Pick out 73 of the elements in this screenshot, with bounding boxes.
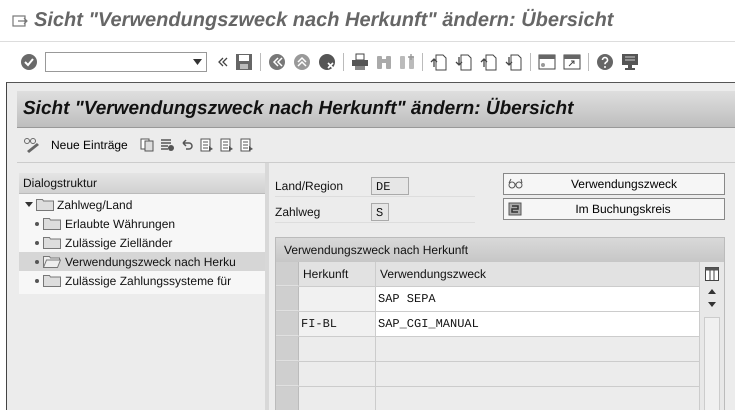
tree-item-label: Zahlweg/Land <box>57 198 132 212</box>
table-cell[interactable]: SAP_CGI_MANUAL <box>376 312 700 336</box>
expand-triangle-icon[interactable] <box>25 200 33 208</box>
folder-icon <box>36 198 54 211</box>
scroll-down-icon[interactable] <box>708 302 716 307</box>
bullet-icon <box>35 260 39 264</box>
tree-header: Dialogstruktur <box>19 173 265 194</box>
screen-title: Sicht "Verwendungszweck nach Herkunft" ändern: Übersicht <box>23 98 574 120</box>
scroll-up-icon[interactable] <box>708 289 716 294</box>
bullet-icon <box>35 278 39 282</box>
table-cell[interactable]: SAP SEPA <box>376 287 700 311</box>
column-settings-icon[interactable] <box>705 267 719 281</box>
new-entries-button[interactable]: Neue Einträge <box>47 136 132 154</box>
table-cell[interactable]: FI-BL <box>299 312 376 336</box>
bullet-icon <box>35 240 39 244</box>
tree-item-label: Zulässige Zahlungssysteme für <box>65 274 232 288</box>
glasses-pencil-icon[interactable] <box>23 137 41 153</box>
table-cell[interactable] <box>299 387 376 410</box>
table-cell[interactable] <box>376 337 700 361</box>
column-header[interactable]: Herkunft <box>299 262 376 286</box>
tree-item-label: Zulässige Zielländer <box>65 236 172 250</box>
help-icon[interactable] <box>596 53 614 71</box>
page-icon[interactable] <box>455 53 473 71</box>
copy-icon[interactable] <box>140 138 154 152</box>
page-icon[interactable] <box>505 53 523 71</box>
push-button[interactable]: Verwendungszweck <box>503 173 725 195</box>
folder-icon <box>43 217 61 230</box>
tree-item[interactable]: Zulässige Zahlungssysteme für <box>19 271 265 290</box>
double-chevron-icon[interactable] <box>218 56 228 68</box>
window-icon[interactable] <box>563 53 581 71</box>
scrollbar-track[interactable] <box>704 317 720 410</box>
list-select-icon[interactable] <box>200 138 214 152</box>
tree-item[interactable]: Verwendungszweck nach Herku <box>19 252 265 271</box>
cancel-icon[interactable] <box>318 53 336 71</box>
bullet-icon <box>35 222 39 226</box>
command-field[interactable] <box>45 52 207 72</box>
tree-item[interactable]: Zahlweg/Land <box>19 195 265 214</box>
push-button[interactable]: Im Buchungskreis <box>503 198 725 220</box>
table-cell[interactable] <box>376 362 700 386</box>
table-cell[interactable] <box>299 287 376 311</box>
up-arrows-icon[interactable] <box>293 53 311 71</box>
check-icon[interactable] <box>20 53 38 71</box>
table-cell[interactable] <box>376 387 700 410</box>
table-cell[interactable] <box>299 362 376 386</box>
folder-icon <box>43 255 61 268</box>
menu-icon[interactable] <box>12 14 28 28</box>
column-header[interactable]: Verwendungszweck <box>376 262 700 286</box>
undo-icon[interactable] <box>180 138 194 152</box>
page-icon[interactable] <box>480 53 498 71</box>
glasses-icon <box>508 178 524 190</box>
field-value: DE <box>371 176 409 194</box>
window-icon[interactable] <box>538 53 556 71</box>
window-title: Sicht "Verwendungszweck nach Herkunft" ändern: Übersicht <box>34 9 614 32</box>
monitor-icon[interactable] <box>621 53 639 71</box>
dropdown-caret-icon[interactable] <box>193 59 202 65</box>
page-icon[interactable] <box>430 53 448 71</box>
field-label: Land/Region <box>275 178 344 192</box>
save-icon[interactable] <box>235 53 253 71</box>
list-select-icon[interactable] <box>240 138 254 152</box>
tree-item[interactable]: Erlaubte Währungen <box>19 214 265 233</box>
back-icon[interactable] <box>268 53 286 71</box>
print-icon[interactable] <box>351 53 369 71</box>
table-title: Verwendungszweck nach Herkunft <box>276 238 724 262</box>
tree-item-label: Verwendungszweck nach Herku <box>65 254 236 268</box>
table-cell[interactable] <box>299 337 376 361</box>
folder-icon <box>43 274 61 287</box>
tree-item-label: Erlaubte Währungen <box>65 216 176 230</box>
folder-icon <box>43 236 61 249</box>
field-label: Zahlweg <box>275 204 322 218</box>
tree-item[interactable]: Zulässige Zielländer <box>19 233 265 252</box>
list-select-icon[interactable] <box>220 138 234 152</box>
delete-row-icon[interactable] <box>160 138 174 152</box>
field-value: S <box>371 202 389 220</box>
